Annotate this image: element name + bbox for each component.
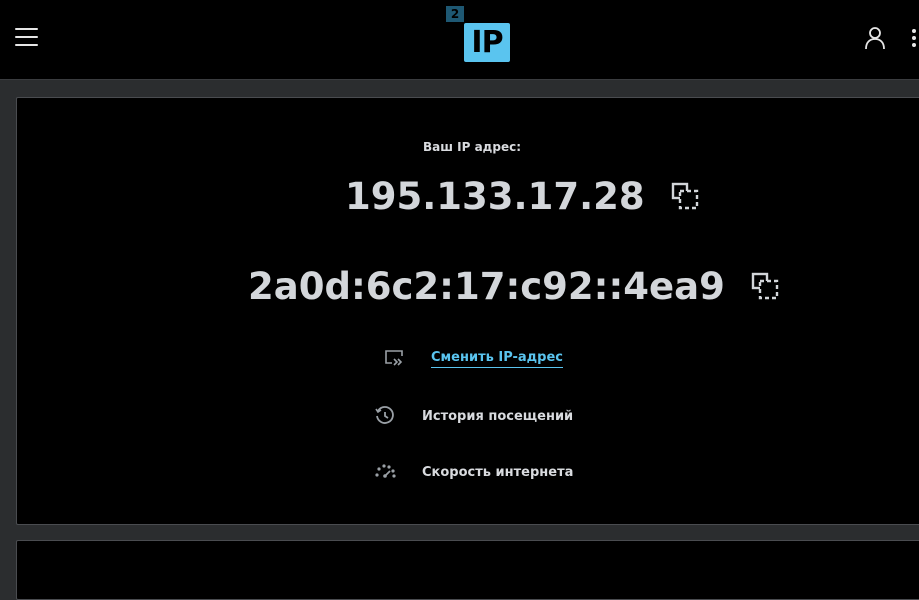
secondary-card (16, 540, 919, 600)
change-ip-link[interactable]: Сменить IP-адрес (384, 348, 563, 370)
switch-ip-icon (385, 350, 403, 366)
user-icon[interactable] (864, 26, 886, 50)
speed-label: Скорость интернета (422, 464, 574, 480)
history-label: История посещений (422, 408, 574, 424)
ip-label: Ваш IP адрес: (422, 140, 522, 154)
copy-ipv4-icon[interactable] (671, 182, 699, 210)
change-ip-label: Сменить IP-адрес (431, 350, 563, 368)
logo-main: IP (464, 23, 510, 62)
logo-badge: 2 (446, 6, 464, 22)
ipv4-row: 195.133.17.28 (345, 172, 699, 220)
top-header: 2 IP (0, 0, 919, 80)
copy-ipv6-icon[interactable] (751, 272, 779, 300)
hamburger-menu-icon[interactable] (15, 27, 39, 47)
ipv6-value: 2a0d:6c2:17:c92::4ea9 (248, 264, 725, 308)
history-link[interactable]: История посещений (374, 405, 573, 427)
speedometer-icon (375, 464, 396, 478)
site-logo[interactable]: 2 IP (446, 6, 512, 64)
speed-link[interactable]: Скорость интернета (374, 461, 573, 483)
ipv4-value: 195.133.17.28 (345, 174, 645, 218)
apps-grid-icon[interactable] (905, 28, 919, 48)
history-clock-icon (375, 406, 394, 424)
ipv6-row: 2a0d:6c2:17:c92::4ea9 (248, 262, 779, 310)
